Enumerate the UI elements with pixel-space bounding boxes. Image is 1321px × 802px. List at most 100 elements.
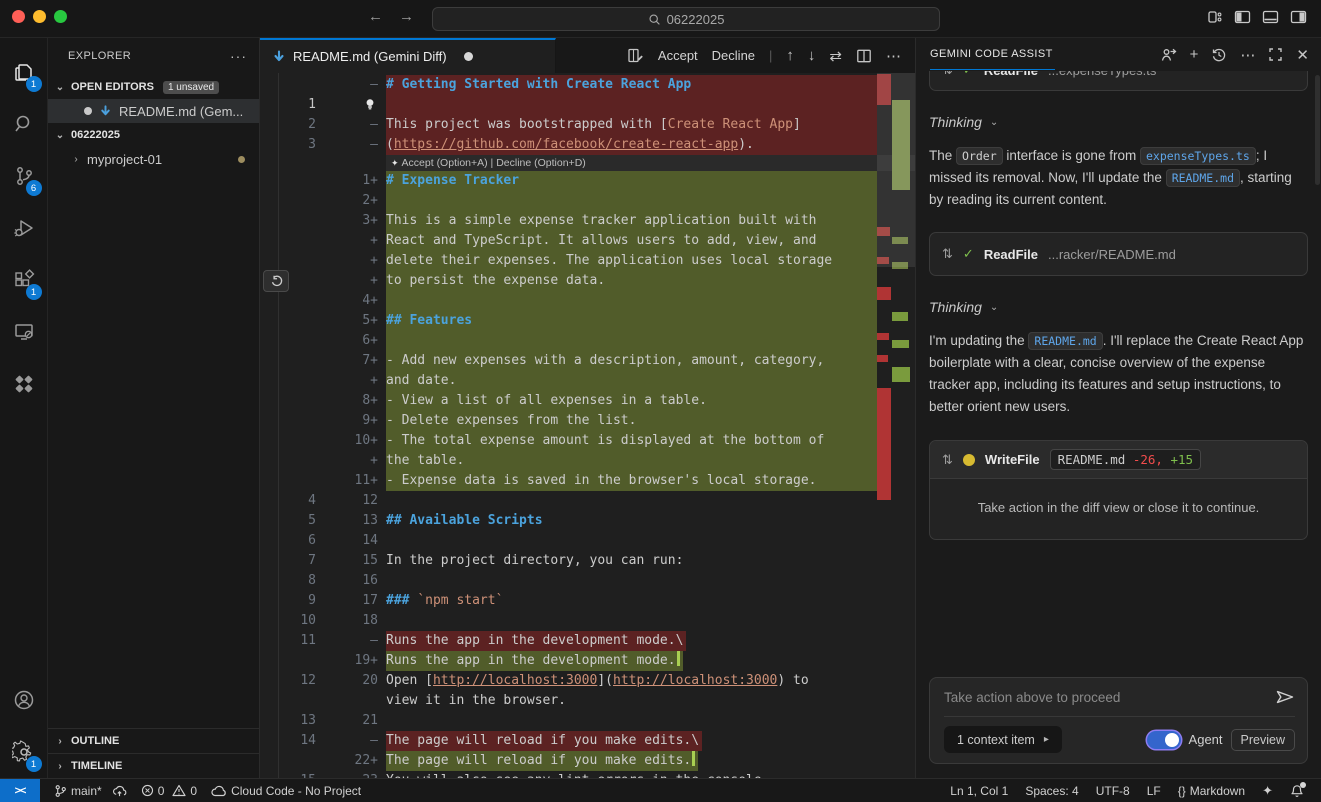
- diff-line[interactable]: 2+: [260, 191, 915, 211]
- diff-line[interactable]: 6+: [260, 331, 915, 351]
- diff-line[interactable]: 3—(https://github.com/facebook/create-re…: [260, 135, 915, 155]
- send-icon[interactable]: [1275, 688, 1295, 706]
- close-window-button[interactable]: [12, 10, 25, 23]
- tab-readme-gemini-diff[interactable]: README.md (Gemini Diff): [260, 38, 556, 73]
- diff-line[interactable]: 8+- View a list of all expenses in a tab…: [260, 391, 915, 411]
- diff-line[interactable]: +to persist the expense data.: [260, 271, 915, 291]
- open-preview-icon[interactable]: [627, 47, 644, 64]
- diff-editor[interactable]: —# Getting Started with Create React App…: [260, 73, 915, 778]
- notifications-bell[interactable]: [1290, 784, 1304, 798]
- activity-explorer[interactable]: 1: [0, 46, 48, 98]
- explorer-more-actions-icon[interactable]: ···: [230, 48, 247, 64]
- open-editors-header[interactable]: ⌄ OPEN EDITORS 1 unsaved: [48, 75, 259, 99]
- diff-line[interactable]: 1220Open [http://localhost:3000](http://…: [260, 671, 915, 691]
- lightbulb-icon[interactable]: [364, 98, 376, 111]
- new-chat-icon[interactable]: +: [1190, 46, 1199, 63]
- next-change-icon[interactable]: ↓: [808, 47, 816, 64]
- diff-line[interactable]: 22+The page will reload if you make edit…: [260, 751, 915, 771]
- diff-line[interactable]: —# Getting Started with Create React App: [260, 75, 915, 95]
- remote-indicator[interactable]: ><: [0, 779, 40, 802]
- tool-card-writefile[interactable]: ⇅ WriteFile README.md -26, +15 Take acti…: [929, 440, 1308, 540]
- diff-line[interactable]: 9+- Delete expenses from the list.: [260, 411, 915, 431]
- diff-line[interactable]: 412: [260, 491, 915, 511]
- tool-card-readfile-readme[interactable]: ⇅ ✓ ReadFile ...racker/README.md: [929, 232, 1308, 276]
- open-editor-item-readme[interactable]: README.md (Gem...: [48, 99, 259, 123]
- diff-line[interactable]: 614: [260, 531, 915, 551]
- branch-status[interactable]: main*: [54, 784, 127, 798]
- tree-item-myproject[interactable]: › myproject-01: [48, 147, 259, 171]
- diff-line[interactable]: 10+- The total expense amount is display…: [260, 431, 915, 451]
- agent-mode-toggle[interactable]: [1147, 731, 1181, 749]
- expand-panel-icon[interactable]: [1268, 47, 1283, 62]
- thinking-toggle[interactable]: Thinking ⌄: [929, 114, 1308, 130]
- diff-line[interactable]: 1+# Expense Tracker: [260, 171, 915, 191]
- activity-settings[interactable]: 1: [0, 726, 48, 778]
- file-reference-chip[interactable]: expenseTypes.ts: [1140, 147, 1256, 165]
- timeline-section-header[interactable]: › TIMELINE: [48, 753, 259, 778]
- file-reference-chip[interactable]: README.md: [1028, 332, 1102, 350]
- diff-line[interactable]: 513## Available Scripts: [260, 511, 915, 531]
- accept-button[interactable]: Accept: [658, 48, 698, 63]
- chat-scroll-area[interactable]: ⇅ ✓ ReadFile ...expenseTypes.ts Thinking…: [916, 71, 1321, 778]
- diff-line[interactable]: 917### `npm start`: [260, 591, 915, 611]
- diff-line[interactable]: +the table.: [260, 451, 915, 471]
- activity-extensions[interactable]: 1: [0, 254, 48, 306]
- diff-line[interactable]: +and date.: [260, 371, 915, 391]
- diff-line[interactable]: 3+This is a simple expense tracker appli…: [260, 211, 915, 231]
- toggle-panel-icon[interactable]: [1262, 9, 1279, 25]
- inline-code-chip[interactable]: Order: [956, 147, 1003, 165]
- diff-line[interactable]: 1018: [260, 611, 915, 631]
- workspace-folder-header[interactable]: ⌄ 06222025: [48, 123, 259, 147]
- diff-line[interactable]: 1321: [260, 711, 915, 731]
- maximize-window-button[interactable]: [54, 10, 67, 23]
- decline-button[interactable]: Decline: [712, 48, 755, 63]
- diff-line[interactable]: 14—The page will reload if you make edit…: [260, 731, 915, 751]
- problems-status[interactable]: 0 0: [141, 784, 197, 798]
- expand-collapse-icon[interactable]: ⇅: [942, 246, 953, 262]
- toggle-inline-view-icon[interactable]: ⇄: [829, 47, 842, 65]
- chat-input[interactable]: [944, 690, 1274, 705]
- inline-diff-hint[interactable]: ✦Accept (Option+A) | Decline (Option+D): [260, 155, 915, 171]
- diff-line[interactable]: 7+- Add new expenses with a description,…: [260, 351, 915, 371]
- diff-line[interactable]: 2—This project was bootstrapped with [Cr…: [260, 115, 915, 135]
- diff-line[interactable]: 816: [260, 571, 915, 591]
- diff-line[interactable]: 1523You will also see any lint errors in…: [260, 771, 915, 778]
- more-actions-icon[interactable]: ⋯: [1240, 46, 1255, 64]
- cloud-code-status[interactable]: Cloud Code - No Project: [211, 784, 361, 798]
- language-mode-status[interactable]: {} Markdown: [1178, 784, 1245, 798]
- outline-section-header[interactable]: › OUTLINE: [48, 728, 259, 753]
- activity-remote-explorer[interactable]: [0, 306, 48, 358]
- diff-line[interactable]: +delete their expenses. The application …: [260, 251, 915, 271]
- expand-collapse-icon[interactable]: ⇅: [942, 452, 953, 468]
- nav-forward-button[interactable]: →: [399, 8, 414, 25]
- revert-change-button[interactable]: [263, 270, 289, 292]
- toggle-secondary-sidebar-icon[interactable]: [1290, 9, 1307, 25]
- file-reference-chip[interactable]: README.md: [1166, 169, 1240, 187]
- diff-line[interactable]: 11—Runs the app in the development mode.…: [260, 631, 915, 651]
- command-center-search[interactable]: 06222025: [432, 7, 940, 31]
- diff-line[interactable]: 19+Runs the app in the development mode.: [260, 651, 915, 671]
- panel-scrollbar[interactable]: [1315, 75, 1320, 185]
- encoding-status[interactable]: UTF-8: [1096, 784, 1130, 798]
- nav-back-button[interactable]: ←: [368, 8, 383, 25]
- gemini-sparkle-icon[interactable]: ✦: [1262, 783, 1273, 799]
- diff-line[interactable]: 715In the project directory, you can run…: [260, 551, 915, 571]
- share-feedback-icon[interactable]: [1160, 47, 1177, 63]
- history-icon[interactable]: [1211, 47, 1227, 63]
- eol-status[interactable]: LF: [1147, 784, 1161, 798]
- diff-line[interactable]: 4+: [260, 291, 915, 311]
- activity-account[interactable]: [0, 674, 48, 726]
- previous-change-icon[interactable]: ↑: [786, 47, 794, 64]
- thinking-toggle[interactable]: Thinking ⌄: [929, 299, 1308, 315]
- cursor-position-status[interactable]: Ln 1, Col 1: [950, 784, 1008, 798]
- minimap[interactable]: [877, 73, 915, 778]
- diff-line[interactable]: 11+- Expense data is saved in the browse…: [260, 471, 915, 491]
- expand-collapse-icon[interactable]: ⇅: [942, 71, 953, 78]
- more-actions-icon[interactable]: ⋯: [886, 47, 901, 65]
- activity-search[interactable]: [0, 98, 48, 150]
- diff-line[interactable]: view it in the browser.: [260, 691, 915, 711]
- minimap-slider[interactable]: [877, 73, 915, 267]
- toggle-primary-sidebar-icon[interactable]: [1234, 9, 1251, 25]
- unsaved-dot-icon[interactable]: [464, 52, 473, 61]
- minimize-window-button[interactable]: [33, 10, 46, 23]
